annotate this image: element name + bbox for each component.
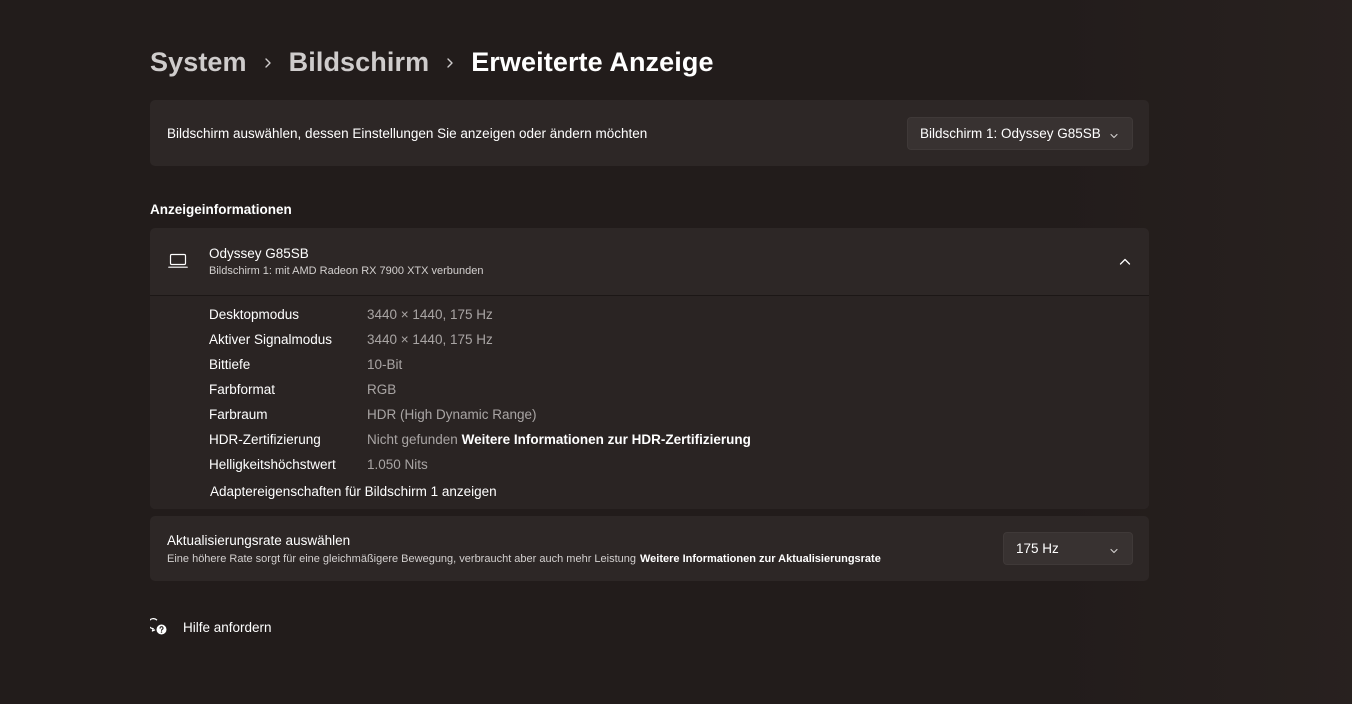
refresh-rate-value: 175 Hz [1016,541,1059,556]
display-info-card: Odyssey G85SB Bildschirm 1: mit AMD Rade… [150,228,1149,509]
monitor-name: Odyssey G85SB [209,246,309,261]
info-key: Desktopmodus [209,307,300,322]
display-select-dropdown[interactable]: Bildschirm 1: Odyssey G85SB [907,117,1133,150]
breadcrumb: System Bildschirm Erweiterte Anzeige [150,42,714,82]
display-select-value: Bildschirm 1: Odyssey G85SB [920,126,1101,141]
display-select-card: Bildschirm auswählen, dessen Einstellung… [150,100,1149,166]
adapter-properties-link[interactable]: Adaptereigenschaften für Bildschirm 1 an… [210,484,497,499]
refresh-rate-title: Aktualisierungsrate auswählen [167,533,351,548]
info-value: 3440 × 1440, 175 Hz [367,332,493,347]
chevron-down-icon [1109,129,1119,144]
refresh-rate-info-link[interactable]: Weitere Informationen zur Aktualisierung… [640,553,881,565]
hdr-status: Nicht gefunden [367,432,458,447]
info-value: RGB [367,382,397,397]
refresh-rate-description: Eine höhere Rate sorgt für eine gleichmä… [167,553,636,565]
info-key: Aktiver Signalmodus [209,332,333,347]
chevron-right-icon [429,52,471,73]
chevron-right-icon [247,52,289,73]
info-key: HDR-Zertifizierung [209,432,321,447]
refresh-rate-card: Aktualisierungsrate auswählen Eine höher… [150,516,1149,581]
chevron-up-icon[interactable] [1117,254,1133,270]
section-title: Anzeigeinformationen [150,202,292,217]
breadcrumb-item-bildschirm[interactable]: Bildschirm [289,47,430,78]
display-select-label: Bildschirm auswählen, dessen Einstellung… [167,126,648,141]
info-key: Bittiefe [209,357,251,372]
refresh-rate-dropdown[interactable]: 175 Hz [1003,532,1133,565]
info-value: 3440 × 1440, 175 Hz [367,307,493,322]
info-value: 1.050 Nits [367,457,428,472]
display-info-body: Desktopmodus 3440 × 1440, 175 Hz Aktiver… [150,296,1149,509]
info-value: 10-Bit [367,357,403,372]
refresh-rate-subtitle: Eine höhere Rate sorgt für eine gleichmä… [167,553,881,565]
info-key: Helligkeitshöchstwert [209,457,336,472]
laptop-icon [168,253,188,274]
breadcrumb-item-system[interactable]: System [150,47,247,78]
info-key: Farbraum [209,407,268,422]
help-chat-icon [147,618,168,636]
help-label: Hilfe anfordern [183,619,272,635]
info-value: Nicht gefunden Weitere Informationen zur… [367,432,751,447]
page-title: Erweiterte Anzeige [471,46,714,77]
monitor-subtitle: Bildschirm 1: mit AMD Radeon RX 7900 XTX… [209,265,484,277]
display-info-header[interactable]: Odyssey G85SB Bildschirm 1: mit AMD Rade… [150,228,1149,296]
hdr-info-link[interactable]: Weitere Informationen zur HDR-Zertifizie… [462,432,751,447]
help-link[interactable]: Hilfe anfordern [147,616,272,638]
info-key: Farbformat [209,382,276,397]
info-value: HDR (High Dynamic Range) [367,407,537,422]
chevron-down-icon [1109,544,1119,559]
